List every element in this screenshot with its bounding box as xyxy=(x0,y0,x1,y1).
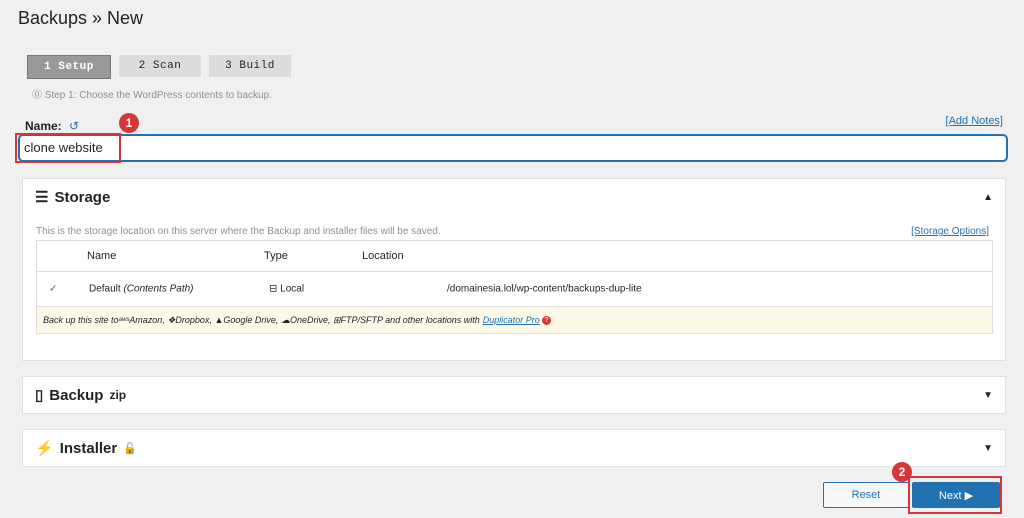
step-build[interactable]: 3 Build xyxy=(209,55,291,77)
backup-name-input[interactable]: clone website xyxy=(19,135,1007,161)
network-icon: ⊞ xyxy=(332,314,341,325)
add-notes-link[interactable]: [Add Notes] xyxy=(946,115,1003,127)
storage-options-link[interactable]: [Storage Options] xyxy=(911,226,989,237)
backup-header: ▯ Backup zip xyxy=(35,386,127,405)
expand-arrow-icon[interactable]: ▼ xyxy=(983,390,993,401)
bolt-icon: ⚡ xyxy=(35,440,54,457)
google-drive-icon: ▲ xyxy=(214,315,224,325)
aws-icon: ᵃʷˢ xyxy=(118,315,130,325)
reset-button[interactable]: Reset xyxy=(823,482,909,508)
storage-icon: ☰ xyxy=(35,189,49,206)
highlight-box-next xyxy=(908,476,1002,514)
archive-icon: ▯ xyxy=(35,387,44,404)
expand-arrow-icon[interactable]: ▼ xyxy=(983,443,993,454)
step-description: ⓪ Step 1: Choose the WordPress contents … xyxy=(32,90,272,101)
wordpress-icon: ⓪ xyxy=(32,90,42,101)
row-location: /domainesia.lol/wp-content/backups-dup-l… xyxy=(447,283,642,295)
installer-header: ⚡ Installer 🔓 xyxy=(35,439,137,458)
backup-panel[interactable]: ▯ Backup zip ▼ xyxy=(22,376,1006,414)
collapse-arrow-icon[interactable]: ▲ xyxy=(983,192,993,203)
reset-name-icon[interactable]: ↺ xyxy=(69,119,79,133)
annotation-badge-1: 1 xyxy=(119,113,139,133)
step-scan[interactable]: 2 Scan xyxy=(119,55,201,77)
storage-table: Name Type Location ✓ Default (Contents P… xyxy=(36,240,993,334)
pro-promo: Back up this site to ᵃʷˢ Amazon, ❖ Dropbox… xyxy=(37,306,992,333)
table-header: Name Type Location xyxy=(37,241,992,272)
col-type: Type xyxy=(264,250,288,262)
step-setup[interactable]: 1 Setup xyxy=(27,55,111,79)
row-type: ⊟ Local xyxy=(269,283,305,295)
annotation-badge-2: 2 xyxy=(892,462,912,482)
lock-icon: 🔓 xyxy=(123,442,137,455)
checkbox[interactable]: ✓ xyxy=(49,284,57,295)
name-label: Name: ↺ xyxy=(25,119,80,133)
installer-panel[interactable]: ⚡ Installer 🔓 ▼ xyxy=(22,429,1006,467)
storage-header[interactable]: ☰ Storage xyxy=(35,188,110,207)
storage-panel: ☰ Storage ▲ This is the storage location… xyxy=(22,178,1006,361)
table-row[interactable]: ✓ Default (Contents Path) ⊟ Local /domai… xyxy=(37,272,992,306)
onedrive-icon: ☁ xyxy=(280,314,290,325)
dropbox-icon: ❖ xyxy=(167,314,176,325)
col-location: Location xyxy=(362,250,404,262)
page-title: Backups » New xyxy=(18,8,144,28)
row-name: Default (Contents Path) xyxy=(89,283,194,295)
step-tabs: 1 Setup 2 Scan 3 Build xyxy=(27,55,291,79)
highlight-box-name xyxy=(15,133,121,163)
storage-description: This is the storage location on this ser… xyxy=(36,226,441,237)
drive-icon: ⊟ xyxy=(269,283,278,295)
help-icon[interactable]: ? xyxy=(541,315,551,325)
duplicator-pro-link[interactable]: Duplicator Pro xyxy=(483,315,540,325)
col-name: Name xyxy=(87,250,117,262)
